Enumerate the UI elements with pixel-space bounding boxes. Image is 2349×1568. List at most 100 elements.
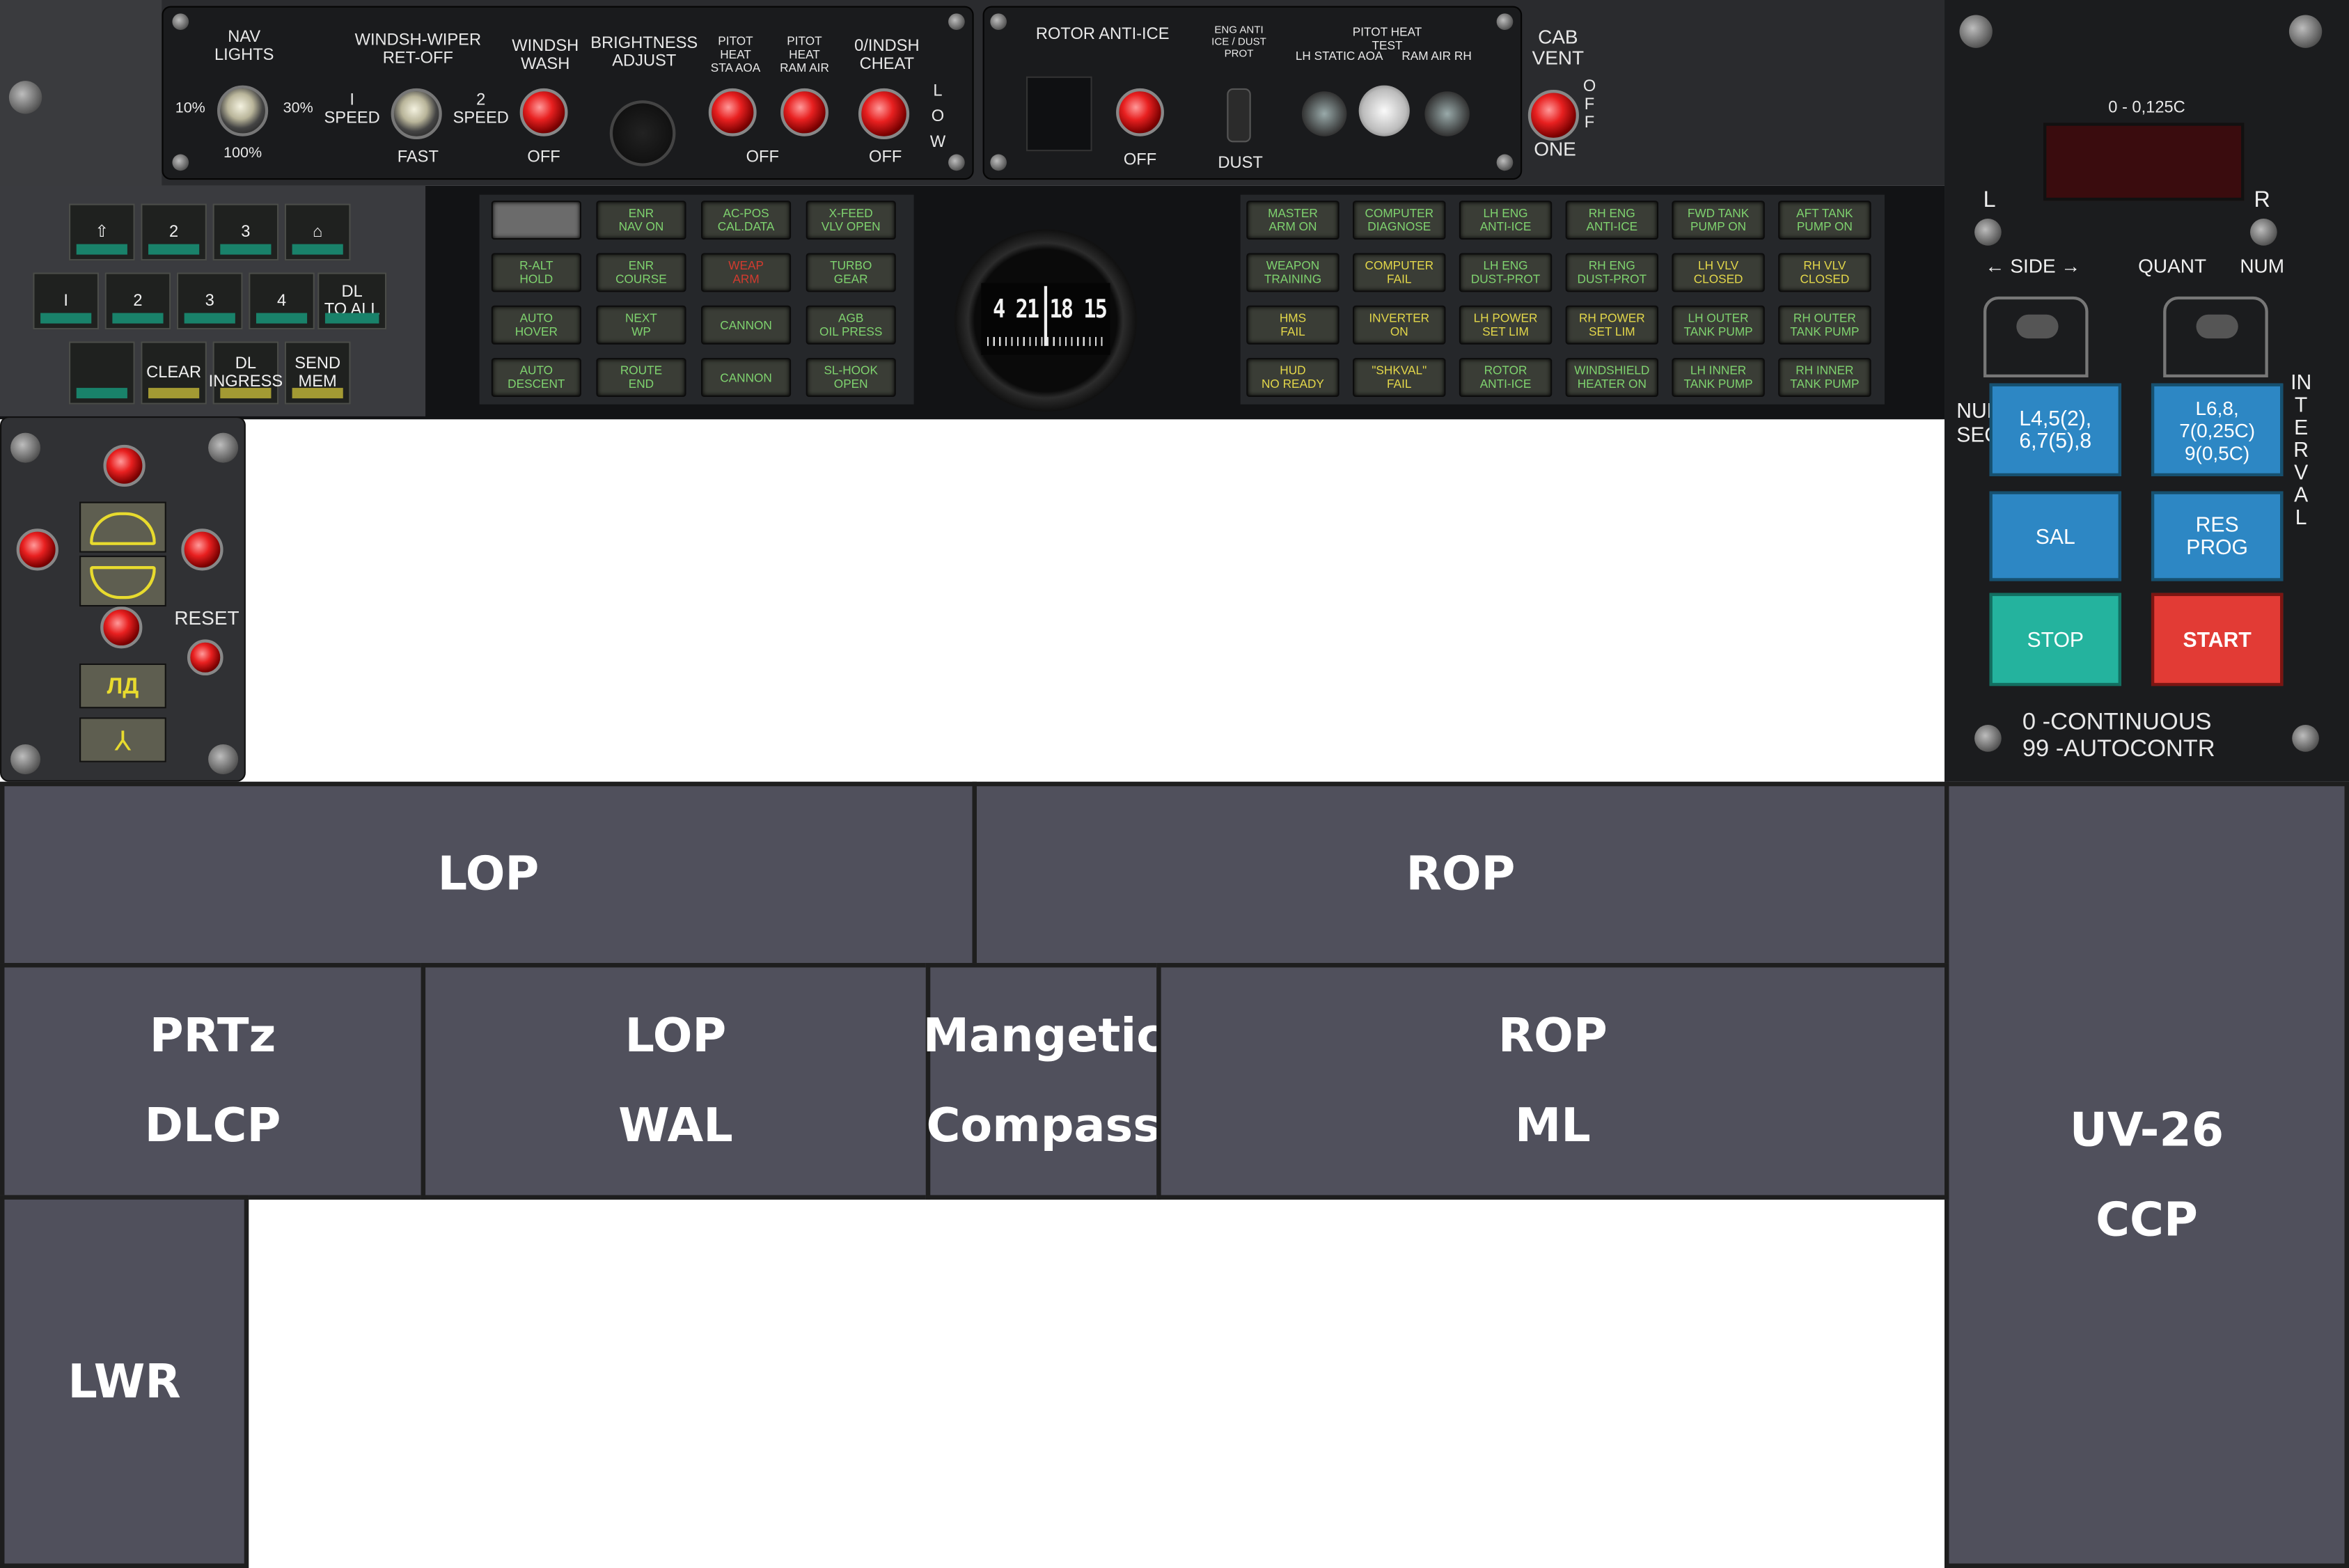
nav-lights-knob[interactable]	[217, 85, 269, 136]
region-subtitle: ML	[1514, 1099, 1591, 1154]
keypad-key-4[interactable]: 4	[249, 272, 315, 330]
key-label: 4	[276, 292, 287, 311]
region-title: UV-26	[2069, 1103, 2224, 1157]
region-rop-upper[interactable]: ROP	[972, 781, 1949, 968]
center-annunciator-r2-c3: WEAP ARM	[701, 253, 792, 292]
key-label: DL INGRESS	[208, 354, 283, 391]
rotor-anti-ice-button[interactable]	[1116, 88, 1164, 136]
lwr-threat-lamp-rear	[100, 606, 143, 649]
region-magnetic-compass[interactable]: Mangetic Compass	[923, 963, 1164, 1200]
windsh-wiper-knob[interactable]	[391, 88, 442, 140]
keypad-home-button[interactable]: ⌂	[284, 203, 351, 261]
keypad-dl-ingress-button[interactable]: DL INGRESS	[209, 341, 283, 405]
uv26-num-button[interactable]: L4,5(2), 6,7(5),8	[1989, 383, 2121, 476]
right-annunciator-r3-c4: RH POWER SET LIM	[1565, 305, 1659, 345]
uv26-sal-button[interactable]: SAL	[1989, 491, 2121, 581]
region-prtz-dlcp[interactable]: PRTz DLCP	[0, 963, 426, 1200]
center-annunciator-r3-c3: CANNON	[701, 305, 792, 345]
center-annunciator-r1-c1	[491, 201, 581, 240]
center-annunciator-r3-c1: AUTO HOVER	[491, 305, 581, 345]
right-annunciator-r4-c1: HUD NO READY	[1246, 358, 1340, 397]
right-annunciator-r1-c3: LH ENG ANTI-ICE	[1459, 201, 1553, 240]
right-annunciator-r2-c6: RH VLV CLOSED	[1778, 253, 1871, 292]
key-label: 3	[205, 292, 214, 311]
switch-slot	[2016, 314, 2059, 339]
uv26-right-label: R	[2254, 187, 2270, 213]
upper-hemisphere-icon	[90, 512, 156, 545]
lwr-threat-lamp-front	[103, 444, 146, 487]
region-title: LOP	[624, 1009, 727, 1064]
plate-screw	[1496, 154, 1514, 171]
region-title: LOP	[437, 847, 540, 902]
windsh-heat-button[interactable]	[858, 88, 910, 140]
uv26-autocontr-label: 99 -AUTOCONTR	[2022, 737, 2215, 762]
pct30-label: 30%	[283, 100, 313, 117]
region-lwr[interactable]: LWR	[0, 1195, 249, 1568]
up-arrow-icon: ⇧	[95, 223, 109, 242]
uv26-res-prog-button[interactable]: RES PROG	[2151, 491, 2284, 581]
uv26-screw	[1974, 725, 2002, 752]
plate-screw	[1496, 13, 1514, 31]
windsh-wash-label: WINDSH WASH	[512, 37, 579, 74]
interval-text: INTERVAL	[2291, 370, 2312, 529]
uv26-side-switch[interactable]	[1983, 296, 2089, 378]
uv26-interval-button[interactable]: L6,8, 7(0,25C) 9(0,5C)	[2151, 383, 2284, 476]
cab-vent-label: CAB VENT	[1532, 25, 1585, 69]
windsh-wiper-label: WINDSH-WIPER RET-OFF	[354, 31, 482, 68]
keypad-wp-up-button[interactable]: ⇧	[68, 203, 135, 261]
rangefinder-icon: ⅄	[114, 726, 132, 757]
center-annunciator-r1-c2: ENR NAV ON	[596, 201, 686, 240]
uv26-left-lamp	[1974, 219, 2002, 246]
right-annunciator-r3-c6: RH OUTER TANK PUMP	[1778, 305, 1871, 345]
region-rop-ml[interactable]: ROP ML	[1156, 963, 1949, 1200]
keypad-key-1[interactable]: I	[33, 272, 100, 330]
region-lop-upper[interactable]: LOP	[0, 781, 977, 968]
windsh-wash-button[interactable]	[519, 88, 568, 136]
region-uv26-ccp[interactable]: UV-26 CCP	[1945, 781, 2349, 1568]
magnetic-compass[interactable]: 4 21 18 15 12	[954, 229, 1138, 412]
region-lop-wal[interactable]: LOP WAL	[421, 963, 931, 1200]
eng-anti-ice-label: ENG ANTI ICE / DUST PROT	[1211, 25, 1266, 61]
center-annunciator-r4-c3: CANNON	[701, 358, 792, 397]
right-annunciator-r4-c3: ROTOR ANTI-ICE	[1459, 358, 1553, 397]
keypad-key-r1-3[interactable]: 3	[212, 203, 279, 261]
plate-screw	[948, 13, 965, 31]
lwr-threat-lamp-right	[181, 528, 223, 571]
keypad-key-2[interactable]: 2	[104, 272, 171, 330]
region-title: LWR	[68, 1354, 181, 1409]
lwr-screw	[10, 744, 41, 775]
keypad-key-3[interactable]: 3	[176, 272, 243, 330]
speed2-label: 2 SPEED	[453, 91, 509, 127]
rotor-anti-ice-label: ROTOR ANTI-ICE	[1035, 25, 1170, 44]
center-annunciator-r1-c4: X-FEED VLV OPEN	[806, 201, 896, 240]
key-label: SEND MEM	[294, 354, 341, 391]
pitot-sta-button[interactable]	[708, 88, 757, 136]
lwr-threat-lamp-reset	[187, 639, 223, 676]
uv26-screw	[2292, 725, 2319, 752]
cab-vent-button[interactable]	[1527, 90, 1579, 141]
laser-designator-icon: ЛД	[107, 673, 139, 700]
keypad-send-mem-button[interactable]: SEND MEM	[284, 341, 351, 405]
uv26-quant-switch[interactable]	[2163, 296, 2268, 378]
keypad-clear-button[interactable]: CLEAR	[141, 341, 207, 405]
keypad-blank-button[interactable]	[68, 341, 135, 405]
pitot-ram-button[interactable]	[780, 88, 828, 136]
center-annunciator-r1-c3: AC-POS CAL.DATA	[701, 201, 792, 240]
pitot-sta-label: PITOT HEAT STA AOA	[710, 34, 761, 75]
region-subtitle: CCP	[2096, 1193, 2198, 1247]
keypad-key-r1-2[interactable]: 2	[141, 203, 207, 261]
eng-anti-ice-switch[interactable]	[1227, 88, 1251, 143]
pitot-test-button[interactable]	[1358, 85, 1410, 136]
uv26-start-button[interactable]: START	[2151, 593, 2284, 687]
right-annunciator-r2-c4: RH ENG DUST-PROT	[1565, 253, 1659, 292]
right-annunciator-r1-c5: FWD TANK PUMP ON	[1672, 201, 1765, 240]
right-annunciator-r1-c2: COMPUTER DIAGNOSE	[1353, 201, 1446, 240]
brightness-knob[interactable]	[609, 100, 676, 166]
right-annunciator-r2-c3: LH ENG DUST-PROT	[1459, 253, 1553, 292]
rotor-off-label: OFF	[1123, 151, 1157, 170]
uv26-right-lamp	[2249, 219, 2277, 246]
uv26-stop-button[interactable]: STOP	[1989, 593, 2121, 687]
brightness-label: BRIGHTNESS ADJUST	[590, 34, 698, 71]
key-label: CLEAR	[146, 363, 202, 382]
keypad-dl-to-all-button[interactable]: DL TO ALL	[317, 272, 387, 330]
